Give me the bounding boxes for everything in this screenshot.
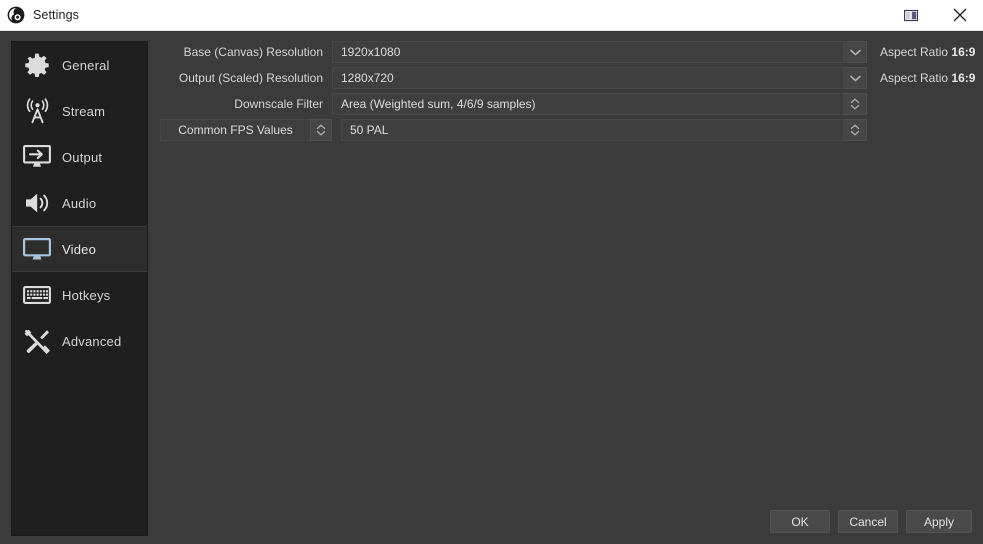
settings-category-list[interactable]: General Stream Output Audio Video Hotkey… <box>11 41 148 536</box>
apply-button[interactable]: Apply <box>906 510 972 533</box>
form-row-fps: Common FPS Values 50 PAL <box>160 119 975 141</box>
output-resolution-combobox[interactable]: 1280x720 <box>332 67 867 89</box>
base-resolution-value[interactable]: 1920x1080 <box>332 41 844 63</box>
sidebar-item-hotkeys[interactable]: Hotkeys <box>12 272 147 318</box>
window-title: Settings <box>33 8 79 22</box>
base-aspect-ratio-label: Aspect Ratio <box>880 45 949 59</box>
sidebar-item-audio[interactable]: Audio <box>12 180 147 226</box>
spinner-up-down-icon[interactable] <box>310 119 332 141</box>
sidebar-item-video[interactable]: Video <box>12 226 147 272</box>
settings-dialog: Settings General Stream Output Audio Vid… <box>0 0 983 544</box>
monitor-icon <box>22 235 52 263</box>
base-resolution-combobox[interactable]: 1920x1080 <box>332 41 867 63</box>
sidebar-item-advanced[interactable]: Advanced <box>12 318 147 364</box>
base-aspect-ratio-note: Aspect Ratio 16:9 <box>867 45 975 59</box>
downscale-filter-combobox[interactable]: Area (Weighted sum, 4/6/9 samples) <box>332 93 867 115</box>
speaker-icon <box>22 189 52 217</box>
sidebar-item-label: Hotkeys <box>62 287 111 303</box>
sidebar-item-general[interactable]: General <box>12 42 147 88</box>
downscale-filter-label: Downscale Filter <box>234 97 323 111</box>
sidebar-item-label: Advanced <box>62 333 122 349</box>
sidebar-item-output[interactable]: Output <box>12 134 147 180</box>
sidebar-item-label: Audio <box>62 195 97 211</box>
sidebar-item-stream[interactable]: Stream <box>12 88 147 134</box>
ok-button[interactable]: OK <box>770 510 830 533</box>
downscale-filter-value[interactable]: Area (Weighted sum, 4/6/9 samples) <box>332 93 844 115</box>
keyboard-icon <box>22 281 52 309</box>
dock-restore-icon[interactable] <box>885 0 937 31</box>
fps-mode-value[interactable]: Common FPS Values <box>160 119 310 141</box>
broadcast-icon <box>22 97 52 125</box>
tools-icon <box>22 327 52 355</box>
output-aspect-ratio-label: Aspect Ratio <box>880 71 949 85</box>
sidebar-item-label: Stream <box>62 103 106 119</box>
output-resolution-label: Output (Scaled) Resolution <box>178 71 323 85</box>
output-resolution-value[interactable]: 1280x720 <box>332 67 844 89</box>
form-row-base-resolution: Base (Canvas) Resolution 1920x1080 Aspec… <box>160 41 975 63</box>
chevron-down-icon[interactable] <box>844 41 867 63</box>
spinner-up-down-icon[interactable] <box>844 119 867 141</box>
sidebar-item-label: Video <box>62 241 97 257</box>
video-settings-form: Base (Canvas) Resolution 1920x1080 Aspec… <box>160 41 975 145</box>
gear-icon <box>22 51 52 79</box>
obs-logo-icon <box>7 6 25 24</box>
form-row-output-resolution: Output (Scaled) Resolution 1280x720 Aspe… <box>160 67 975 89</box>
sidebar-item-label: Output <box>62 149 103 165</box>
dialog-button-bar: OK Cancel Apply <box>770 510 972 533</box>
sidebar-item-label: General <box>62 57 110 73</box>
close-icon[interactable] <box>937 0 983 31</box>
output-aspect-ratio-value: 16:9 <box>951 71 976 85</box>
spinner-up-down-icon[interactable] <box>844 93 867 115</box>
dialog-body: General Stream Output Audio Video Hotkey… <box>0 31 983 544</box>
base-aspect-ratio-value: 16:9 <box>951 45 976 59</box>
fps-value[interactable]: 50 PAL <box>341 119 844 141</box>
fps-mode-combobox[interactable]: Common FPS Values <box>160 119 332 141</box>
output-aspect-ratio-note: Aspect Ratio 16:9 <box>867 71 975 85</box>
base-resolution-label: Base (Canvas) Resolution <box>183 45 323 59</box>
fps-value-combobox[interactable]: 50 PAL <box>341 119 867 141</box>
chevron-down-icon[interactable] <box>844 67 867 89</box>
form-row-downscale-filter: Downscale Filter Area (Weighted sum, 4/6… <box>160 93 975 115</box>
cancel-button[interactable]: Cancel <box>838 510 898 533</box>
titlebar: Settings <box>0 0 983 31</box>
output-icon <box>22 143 52 171</box>
